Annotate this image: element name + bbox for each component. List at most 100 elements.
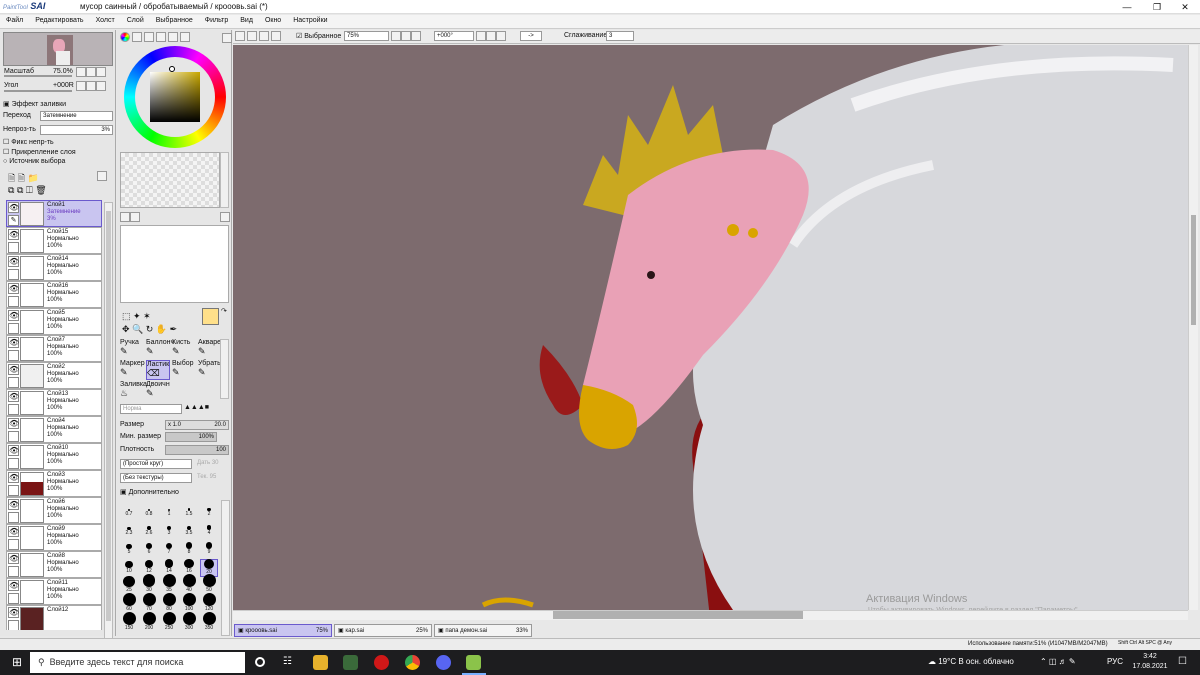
cortana-icon[interactable] — [255, 657, 265, 667]
eye-icon[interactable]: 👁 — [8, 418, 19, 429]
brush-size-preset[interactable]: 250 — [160, 612, 178, 634]
clock[interactable]: 3:42 17.08.2021 — [1132, 652, 1168, 672]
layer-row-1[interactable]: 👁 ✎ Слой1 Затемнение 3% — [6, 200, 102, 227]
brush-size-preset[interactable]: 1 — [160, 502, 178, 520]
minimize-button[interactable]: — — [1112, 0, 1142, 14]
brush-size-preset[interactable]: 5 — [120, 540, 138, 558]
copy-layer-icon[interactable]: ⧉ — [8, 185, 14, 195]
weather-widget[interactable]: ☁ 19°C В осн. облачно — [928, 657, 1014, 666]
brush-texture-select[interactable]: (Без текстуры) — [120, 473, 192, 483]
blend-mode-select[interactable]: Затемнение — [40, 111, 113, 121]
rotate-reset-icon[interactable] — [496, 31, 506, 41]
layer-lock-checkbox[interactable] — [8, 539, 19, 550]
advanced-toggle[interactable]: ▣ Дополнительно — [120, 488, 179, 496]
brush-size-preset[interactable]: 350 — [200, 612, 218, 634]
layer-lock-checkbox[interactable] — [8, 566, 19, 577]
deselect-button[interactable] — [258, 31, 269, 41]
layer-row-16[interactable]: 👁 Слой12 — [6, 605, 102, 630]
file-explorer-icon[interactable] — [313, 655, 328, 670]
flip-toggle[interactable]: -> — [520, 31, 542, 41]
selection-visible-checkbox[interactable]: ☑ Выбранное — [296, 32, 341, 40]
menu-file[interactable]: Файл — [0, 15, 29, 26]
tool-airbrush[interactable]: Баллонч ✎ — [146, 339, 174, 357]
eye-icon[interactable]: 👁 — [8, 202, 19, 213]
rotate-reset-button[interactable] — [96, 81, 106, 91]
clip-layer-checkbox[interactable]: ☐ Прикрепление слоя — [3, 148, 76, 156]
eye-icon[interactable]: 👁 — [8, 256, 19, 267]
menu-settings[interactable]: Настройки — [287, 15, 333, 26]
new-linework-icon[interactable]: 🗎 — [18, 173, 25, 183]
hsv-slider-tab[interactable] — [143, 32, 154, 42]
menu-filter[interactable]: Фильтр — [199, 15, 235, 26]
brush-size-preset[interactable]: 10 — [120, 559, 138, 577]
rotate-right-button[interactable] — [86, 81, 96, 91]
menu-view[interactable]: Вид — [234, 15, 259, 26]
opera-icon[interactable] — [374, 655, 389, 670]
layer-row-3[interactable]: 👁 Слой14 Нормально 100% — [6, 254, 102, 281]
eye-icon[interactable]: 👁 — [8, 580, 19, 591]
brush-size-preset[interactable]: 300 — [180, 612, 198, 634]
brush-size-preset[interactable]: 200 — [140, 612, 158, 634]
swatch-grid[interactable] — [120, 152, 220, 208]
tool-binary-pen[interactable]: Двоичн ✎ — [146, 381, 172, 399]
tool-scrollbar[interactable] — [220, 339, 229, 399]
texture-strength[interactable]: Тек. 95 — [197, 474, 216, 480]
layer-lock-checkbox[interactable] — [8, 620, 19, 630]
brush-preset-scrollbar[interactable] — [221, 500, 230, 636]
brush-size-preset[interactable]: 1.5 — [180, 502, 198, 520]
layer-lock-checkbox[interactable] — [8, 431, 19, 442]
brush-size-preset[interactable]: 150 — [120, 612, 138, 634]
layer-row-12[interactable]: 👁 Слой6 Нормально 100% — [6, 497, 102, 524]
layer-lock-checkbox[interactable] — [8, 404, 19, 415]
tool-eraser[interactable]: Ластик ⌫ — [146, 360, 170, 380]
rotate-left-button[interactable] — [76, 81, 86, 91]
move-icon[interactable]: ✥ — [122, 324, 130, 334]
hand-icon[interactable]: ✋ — [156, 324, 167, 334]
layer-row-6[interactable]: 👁 Слой7 Нормально 100% — [6, 335, 102, 362]
brush-size-preset[interactable]: 9 — [200, 540, 218, 558]
doc-tab[interactable]: ▣ папа демон.sai 33% — [434, 624, 532, 637]
layer-lock-checkbox[interactable] — [8, 269, 19, 280]
swatch-scrollbar[interactable] — [220, 152, 229, 208]
notifications-icon[interactable]: ☐ — [1178, 656, 1187, 667]
brush-size-preset[interactable]: 2 — [200, 502, 218, 520]
layer-row-2[interactable]: 👁 Слой15 Нормально 100% — [6, 227, 102, 254]
eye-icon[interactable]: 👁 — [8, 526, 19, 537]
select-rect-icon[interactable]: ⬚ — [122, 311, 131, 321]
menu-canvas[interactable]: Холст — [90, 15, 121, 26]
doc-tab-active[interactable]: ▣ крооовь.sai 75% — [234, 624, 332, 637]
lasso-icon[interactable]: ✦ — [133, 311, 141, 321]
color-wheel-tab[interactable] — [120, 32, 130, 42]
rotate-cw-icon[interactable] — [486, 31, 496, 41]
merge-down-icon[interactable]: ⧉ — [17, 185, 23, 195]
eye-icon[interactable]: 👁 — [8, 472, 19, 483]
size-slider[interactable]: x 1.0 20.0 — [165, 420, 229, 430]
layer-row-10[interactable]: 👁 Слой10 Нормально 100% — [6, 443, 102, 470]
color-wheel[interactable] — [124, 46, 226, 148]
redo-icon[interactable] — [246, 31, 257, 41]
brush-edge-icons[interactable]: ▲▲▲■ — [184, 404, 209, 411]
layer-row-14[interactable]: 👁 Слой8 Нормально 100% — [6, 551, 102, 578]
swatches-tab[interactable] — [155, 32, 166, 42]
windows-start-icon[interactable]: ⊞ — [12, 656, 25, 669]
layer-scrollbar[interactable] — [104, 202, 113, 657]
layer-lock-checkbox[interactable] — [8, 512, 19, 523]
scratchpad-prev-icon[interactable] — [120, 212, 130, 222]
opacity-slider[interactable]: 3% — [40, 125, 113, 135]
scratchpad-next-icon[interactable] — [130, 212, 140, 222]
primary-color-swatch[interactable] — [202, 308, 219, 325]
swap-colors-icon[interactable]: ↷ — [221, 307, 227, 315]
layer-lock-checkbox[interactable] — [8, 485, 19, 496]
close-button[interactable]: ✕ — [1170, 0, 1200, 14]
brush-size-preset[interactable]: 0.7 — [120, 502, 138, 520]
eye-icon[interactable]: 👁 — [8, 607, 19, 618]
layer-row-11[interactable]: 👁 Слой3 Нормально 100% — [6, 470, 102, 497]
eye-icon[interactable]: 👁 — [8, 337, 19, 348]
tool-select-pen[interactable]: Выбор ✎ — [172, 360, 198, 378]
brush-size-preset[interactable]: 2.6 — [140, 521, 158, 539]
layer-lock-checkbox[interactable] — [8, 377, 19, 388]
brush-size-preset[interactable]: 3.5 — [180, 521, 198, 539]
color-sv-square[interactable] — [150, 72, 200, 122]
layer-lock-checkbox[interactable] — [8, 350, 19, 361]
layer-lock-checkbox[interactable] — [8, 458, 19, 469]
